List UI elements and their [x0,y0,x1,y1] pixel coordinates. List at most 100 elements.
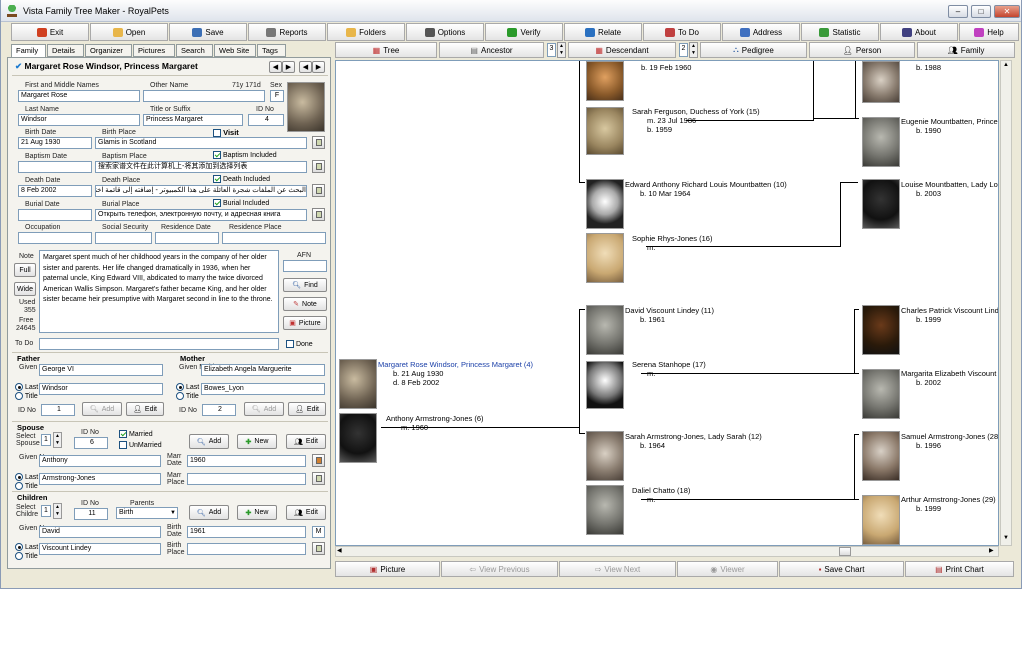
death-included-checkbox[interactable]: Death Included [213,175,270,183]
toolbar-statistic-button[interactable]: Statistic [801,23,879,41]
spouse-add-button[interactable]: 🔍︎ Add [189,434,229,449]
spouse-new-button[interactable]: ✚ New [237,434,277,449]
child-birth-place-book-icon[interactable] [312,542,325,555]
married-checkbox[interactable]: Married [119,430,153,438]
family-view-tab[interactable]: 👥︎ Family [917,42,1015,58]
child-last-field[interactable]: Viscount Lindey [39,543,161,555]
child-title-radio[interactable]: Title [15,552,38,560]
tree-photo-arthur[interactable] [862,495,900,545]
tree-node[interactable]: Charles Patrick Viscount Linde b. 1999 [901,306,998,324]
child-birth-place-field[interactable] [187,543,306,555]
tab-tags[interactable]: Tags [257,44,286,57]
full-note-button[interactable]: Full [14,263,36,277]
person-view-tab[interactable]: 👤︎ Person [809,42,915,58]
vertical-scrollbar[interactable]: ▲ ▼ [1000,60,1012,546]
done-checkbox[interactable]: Done [286,340,313,348]
tree-photo-anthony[interactable] [339,413,377,463]
tree-node[interactable]: Eugenie Mountbatten, Princess b. 1990 [901,117,998,135]
tree-photo-samuel[interactable] [862,431,900,481]
afn-field[interactable] [283,260,327,272]
tree-node[interactable]: Anthony Armstrong-Jones (6) m. 1960 [386,414,484,432]
select-child-field[interactable]: 1 [41,505,51,517]
mother-last-field[interactable]: Bowes_Lyon [201,383,325,395]
father-id-field[interactable]: 1 [41,404,75,416]
tree-photo-louise[interactable] [862,179,900,229]
wide-note-button[interactable]: Wide [14,282,36,296]
burial-place-field[interactable]: Открыть телефон, электронную почту, и ад… [95,209,307,221]
spouse-last-radio[interactable]: Last [15,473,38,481]
toolbar-about-button[interactable]: About [880,23,958,41]
id-no-field[interactable]: 4 [248,114,284,126]
toolbar-relate-button[interactable]: Relate [564,23,642,41]
spouse-spinner[interactable]: ▲ ▼ [53,432,62,448]
mother-given-field[interactable]: Elizabeth Angela Marguerite [201,364,325,376]
picture-button[interactable]: ▣ Picture [335,561,440,577]
note-button[interactable]: ✎ Note [283,297,327,311]
child-spinner[interactable]: ▲ ▼ [53,503,62,519]
father-edit-button[interactable]: 👤︎ Edit [126,402,164,416]
tree-photo-eugenie[interactable] [862,117,900,167]
tree-photo-sophie[interactable] [586,233,624,283]
tree-photo-edward[interactable] [586,179,624,229]
first-record-button[interactable]: ◀ [269,61,282,73]
tree-photo-margaret[interactable] [339,359,377,409]
toolbar-exit-button[interactable]: Exit [11,23,89,41]
scroll-up-icon[interactable]: ▲ [1002,62,1010,71]
child-id-field[interactable]: 11 [74,508,108,520]
note-textarea[interactable]: Margaret spent much of her childhood yea… [39,250,279,333]
tree-node[interactable]: Sarah Armstrong-Jones, Lady Sarah (12) b.… [625,432,762,450]
child-given-field[interactable]: David [39,526,161,538]
father-title-radio[interactable]: Title [15,392,38,400]
tree-photo-sarah-aj[interactable] [586,431,624,481]
death-place-book-icon[interactable] [312,184,325,197]
next-record-button[interactable]: ▶ [282,61,295,73]
toolbar-to-do-button[interactable]: To Do [643,23,721,41]
tree-photo-sarah-ferguson[interactable] [586,107,624,155]
sex-field[interactable]: F [270,90,284,102]
toolbar-save-button[interactable]: Save [169,23,247,41]
parents-select[interactable]: Birth ▼ [116,507,178,519]
child-edit-button[interactable]: 👥︎ Edit [286,505,326,520]
burial-date-field[interactable] [18,209,92,221]
other-name-field[interactable] [143,90,265,102]
tree-node[interactable]: Sophie Rhys-Jones (16) m. [632,234,712,252]
spouse-id-field[interactable]: 6 [74,437,108,449]
tree-photo-serena[interactable] [586,361,624,409]
baptism-included-checkbox[interactable]: Baptism Included [213,151,277,159]
marr-date-field[interactable]: 1960 [187,455,306,467]
spouse-last-field[interactable]: Armstrong-Jones [39,473,161,485]
horizontal-scrollbar[interactable]: ◀ ▶ [335,546,999,557]
last-name-field[interactable]: Windsor [18,114,140,126]
father-given-field[interactable]: George VI [39,364,163,376]
tab-organizer[interactable]: Organizer [85,44,132,57]
burial-included-checkbox[interactable]: Burial Included [213,199,269,207]
mother-title-radio[interactable]: Title [176,392,199,400]
picture-button[interactable]: ▣ Picture [283,316,327,330]
toolbar-address-button[interactable]: Address [722,23,800,41]
tree-node[interactable]: Louise Mountbatten, Lady Lou b. 2003 [901,180,998,198]
tree-node[interactable]: Edward Anthony Richard Louis Mountbatten… [625,180,787,198]
father-last-field[interactable]: Windsor [39,383,163,395]
visit-checkbox[interactable]: Visit [213,128,239,138]
tree-photo-daliel[interactable] [586,485,624,535]
tree-node[interactable]: Arthur Armstrong-Jones (29) b. 1999 [901,495,996,513]
tab-family[interactable]: Family [11,44,46,58]
save-chart-button[interactable]: ▪ Save Chart [779,561,904,577]
tree-photo-charles[interactable] [862,305,900,355]
scroll-thumb[interactable] [839,547,851,556]
tree-node[interactable]: Sarah Ferguson, Duchess of York (15) m. 2… [632,107,760,134]
tree-node[interactable]: David Viscount Lindey (11) b. 1961 [625,306,714,324]
social-security-field[interactable] [95,232,152,244]
tab-search[interactable]: Search [176,44,213,57]
child-sex-field[interactable]: M [312,526,325,538]
select-spouse-field[interactable]: 1 [41,434,51,446]
tree-photo-david[interactable] [586,305,624,355]
marr-date-edit-icon[interactable] [312,454,325,467]
occupation-field[interactable] [18,232,92,244]
baptism-place-book-icon[interactable] [312,160,325,173]
baptism-place-field[interactable]: 搜索家谱文件在此计算机上-将其添加到选择列表 [95,161,307,173]
tree-node-selected[interactable]: Margaret Rose Windsor, Princess Margaret… [378,360,533,387]
tree-node[interactable]: Serena Stanhope (17) m. [632,360,706,378]
death-date-field[interactable]: 8 Feb 2002 [18,185,92,197]
prev-person-button[interactable]: ◀ [299,61,312,73]
